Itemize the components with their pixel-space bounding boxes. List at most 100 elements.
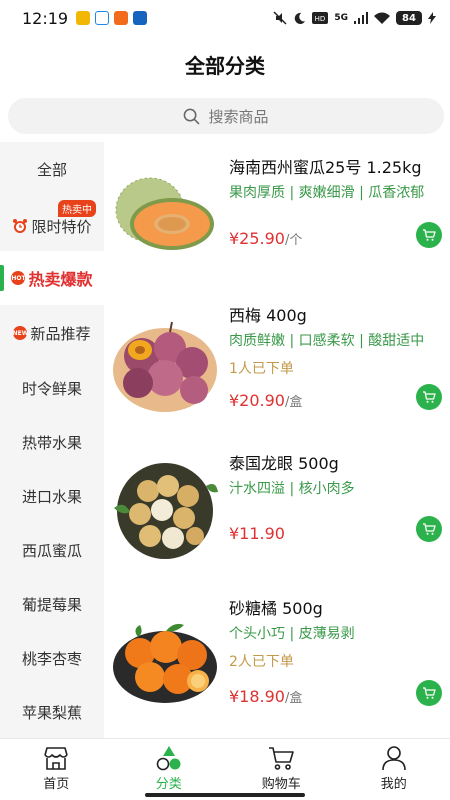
cart-icon — [269, 747, 295, 770]
svg-text:HD: HD — [315, 15, 326, 23]
signal-icon — [354, 12, 368, 24]
category-label: 西瓜蜜瓜 — [21, 541, 82, 560]
category-label: 桃李杏枣 — [21, 649, 82, 668]
bottom-nav: 首页 分类 购物车 我的 — [0, 738, 450, 800]
product-card[interactable]: 泰国龙眼 500g 汁水四溢 | 核小肉多 ¥11.90 — [104, 438, 450, 583]
status-indicators: HD 5G 84 — [273, 11, 436, 25]
price-value: ¥11.90 — [229, 524, 285, 543]
user-icon — [381, 746, 406, 771]
product-name: 西梅 400g — [229, 306, 307, 325]
product-name: 海南西州蜜瓜25号 1.25kg — [229, 158, 422, 177]
wifi-icon — [374, 12, 390, 24]
price-unit: /个 — [284, 233, 303, 248]
price-unit: /盒 — [284, 691, 303, 706]
price-value: ¥18.90 — [229, 687, 285, 706]
product-card[interactable]: 海南西州蜜瓜25号 1.25kg 果肉厚质 | 爽嫩细滑 | 瓜香浓郁 ¥25.… — [104, 142, 450, 290]
nav-cart[interactable]: 购物车 — [225, 739, 338, 800]
product-price: ¥25.90/个 — [229, 229, 302, 248]
app-icon — [76, 11, 91, 25]
category-imported-fruit[interactable]: 进口水果 — [0, 469, 104, 523]
tangerine-image — [113, 623, 217, 703]
category-all[interactable]: 全部 — [0, 142, 104, 196]
longan-image — [114, 463, 218, 559]
home-indicator[interactable] — [145, 793, 305, 797]
add-to-cart-button[interactable] — [416, 222, 442, 248]
category-icon — [156, 746, 181, 771]
category-grapes-berries[interactable]: 葡提莓果 — [0, 577, 104, 631]
cart-icon — [423, 523, 436, 535]
price-value: ¥25.90 — [229, 229, 285, 248]
category-label: 苹果梨蕉 — [21, 703, 82, 722]
nav-label: 分类 — [155, 777, 182, 792]
status-time: 12:19 — [22, 8, 69, 28]
product-tags: 汁水四溢 | 核小肉多 — [229, 481, 355, 497]
category-label: 限时特价 — [31, 218, 92, 236]
category-label: 进口水果 — [21, 487, 82, 506]
product-tags: 个头小巧 | 皮薄易剥 — [229, 626, 355, 642]
product-name: 砂糖橘 500g — [229, 599, 323, 618]
category-flash-sale[interactable]: 热卖中 限时特价 — [0, 196, 104, 251]
nav-profile[interactable]: 我的 — [338, 739, 450, 800]
plum-image — [113, 321, 217, 412]
category-label: 热带水果 — [21, 433, 82, 452]
status-bar: 12:19 HD 5G 84 — [0, 0, 450, 36]
search-bar[interactable]: 搜索商品 — [8, 98, 444, 134]
order-count: 2人已下单 — [229, 654, 294, 670]
category-label: 葡提莓果 — [21, 595, 82, 614]
hd-icon: HD — [312, 12, 329, 24]
category-label: 时令鲜果 — [21, 379, 82, 398]
hot-selling-tag: 热卖中 — [58, 200, 96, 217]
category-stone-fruit[interactable]: 桃李杏枣 — [0, 631, 104, 685]
category-apple-pear-banana[interactable]: 苹果梨蕉 — [0, 685, 104, 738]
order-count: 1人已下单 — [229, 361, 294, 377]
app-icon — [95, 11, 110, 25]
search-icon — [184, 108, 200, 124]
product-tags: 肉质鲜嫩 | 口感柔软 | 酸甜适中 — [229, 333, 425, 349]
nav-label: 首页 — [43, 777, 70, 792]
nav-label: 购物车 — [261, 777, 301, 792]
category-tropical-fruit[interactable]: 热带水果 — [0, 415, 104, 469]
product-tags: 果肉厚质 | 爽嫩细滑 | 瓜香浓郁 — [229, 185, 425, 201]
battery-indicator: 84 — [396, 11, 422, 25]
product-price: ¥11.90 — [229, 524, 285, 543]
category-melons[interactable]: 西瓜蜜瓜 — [0, 523, 104, 577]
page-title: 全部分类 — [185, 53, 265, 78]
cart-icon — [423, 229, 436, 241]
nav-label: 我的 — [380, 777, 407, 792]
store-icon — [44, 747, 69, 770]
mute-icon — [273, 11, 287, 25]
product-card[interactable]: 西梅 400g 肉质鲜嫩 | 口感柔软 | 酸甜适中 1人已下单 ¥20.90/… — [104, 290, 450, 438]
product-price: ¥18.90/盒 — [229, 687, 302, 706]
hot-icon: HOT — [11, 271, 26, 285]
add-to-cart-button[interactable] — [416, 516, 442, 542]
add-to-cart-button[interactable] — [416, 680, 442, 706]
product-price: ¥20.90/盒 — [229, 391, 302, 410]
category-hot-sellers[interactable]: HOT 热卖爆款 — [0, 251, 104, 305]
price-value: ¥20.90 — [229, 391, 285, 410]
app-icon — [114, 11, 129, 25]
melon-image — [115, 177, 214, 250]
charging-icon — [428, 12, 436, 24]
product-list: 海南西州蜜瓜25号 1.25kg 果肉厚质 | 爽嫩细滑 | 瓜香浓郁 ¥25.… — [104, 142, 450, 738]
category-label: 新品推荐 — [30, 324, 91, 343]
network-label: 5G — [334, 13, 348, 23]
cart-icon — [423, 391, 436, 403]
app-icon — [133, 11, 148, 25]
product-name: 泰国龙眼 500g — [229, 454, 339, 473]
moon-icon — [295, 12, 306, 24]
category-new-arrivals[interactable]: NEW 新品推荐 — [0, 305, 104, 361]
add-to-cart-button[interactable] — [416, 384, 442, 410]
category-seasonal-fruit[interactable]: 时令鲜果 — [0, 361, 104, 415]
nav-category[interactable]: 分类 — [113, 739, 226, 800]
category-label: 热卖爆款 — [28, 270, 93, 289]
price-unit: /盒 — [284, 395, 303, 410]
new-icon: NEW — [13, 326, 28, 340]
category-label: 全部 — [36, 160, 67, 179]
nav-home[interactable]: 首页 — [0, 739, 113, 800]
cart-icon — [423, 687, 436, 699]
category-sidebar: 全部 热卖中 限时特价 HOT 热卖爆款 NEW 新品推荐 时令鲜果 热带水果 … — [0, 142, 104, 738]
search-placeholder: 搜索商品 — [208, 107, 269, 126]
header: 全部分类 — [0, 36, 450, 92]
product-card[interactable]: 砂糖橘 500g 个头小巧 | 皮薄易剥 2人已下单 ¥18.90/盒 — [104, 583, 450, 738]
alarm-clock-icon — [13, 218, 28, 233]
